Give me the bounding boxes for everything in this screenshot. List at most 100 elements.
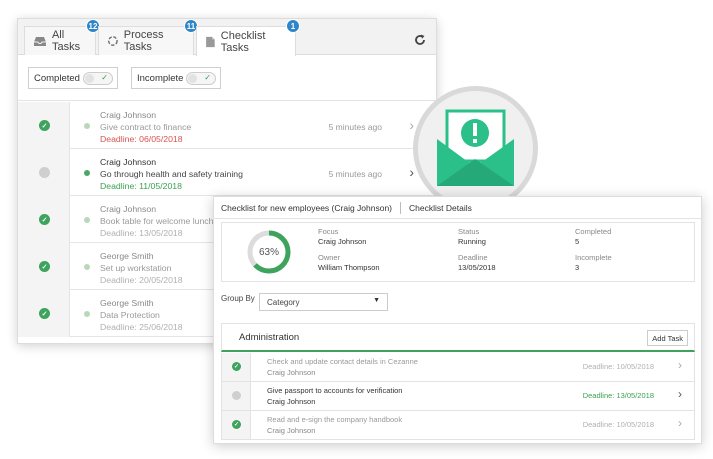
task-text: Read and e-sign the company handbook Cra… [267,414,402,436]
task-person: Craig Johnson [100,157,157,167]
task-deadline: Deadline: 25/06/2018 [100,322,183,332]
field-label: Incomplete [575,253,612,262]
field-value: 5 [575,237,580,246]
task-deadline: Deadline: 13/05/2018 [100,228,183,238]
field-value: William Thompson [318,263,380,272]
task-row[interactable]: ✓ Craig Johnson Give contract to finance… [18,102,436,149]
chevron-right-icon[interactable]: › [678,416,682,430]
filter-label: Completed [34,72,80,84]
task-text: Craig Johnson Go through health and safe… [100,156,243,192]
task-time: 5 minutes ago [328,122,382,132]
completed-count-field: Completed 5 [575,227,611,247]
task-person: Craig Johnson [100,110,157,120]
row-status-cell: ✓ [222,411,251,439]
progress-percent: 63% [258,246,279,258]
row-status-cell: ✓ [222,353,251,381]
focus-field: Focus Craig Johnson [318,227,366,247]
checklist-task-row[interactable]: ✓ Check and update contact details in Ce… [221,353,695,382]
document-icon [206,36,215,47]
status-field: Status Running [458,227,486,247]
tab-label: Checklist Tasks [220,29,266,54]
group-by-label: Group By [221,294,255,303]
inbox-icon [33,36,46,46]
owner-field: Owner William Thompson [318,253,380,273]
check-icon: ✓ [204,73,211,82]
row-status-cell [222,382,251,410]
check-icon: ✓ [101,73,108,82]
task-row[interactable]: Craig Johnson Go through health and safe… [18,149,436,196]
group-by-select[interactable]: Category ▼ [259,293,388,311]
incomplete-check-icon[interactable] [39,167,50,178]
field-value: Running [458,237,486,246]
chevron-right-icon[interactable]: › [678,358,682,372]
field-label: Completed [575,227,612,236]
chevron-right-icon[interactable]: › [409,164,414,180]
field-value: Craig Johnson [318,237,367,246]
checklist-header: Checklist for new employees (Craig Johns… [214,197,701,219]
task-text: Give passport to accounts for verificati… [267,385,402,407]
task-description: Book table for welcome lunch [100,216,214,226]
field-value: 13/05/2018 [458,263,496,272]
task-title: Check and update contact details in Ceza… [267,357,418,366]
task-time: 5 minutes ago [328,169,382,179]
toggle-knob [188,74,197,83]
checklist-details-link[interactable]: Checklist Details [409,203,472,213]
task-text: George Smith Set up workstation Deadline… [100,250,183,286]
notification-badge [413,86,538,211]
tab-label: Process Tasks [123,29,164,53]
task-title: Read and e-sign the company handbook [267,415,403,424]
row-status-cell: ✓ [18,102,70,149]
task-deadline: Deadline: 10/05/2018 [582,420,654,429]
tab-checklist-tasks[interactable]: Checklist Tasks 1 [196,19,300,56]
task-description: Give contract to finance [100,122,192,132]
tab-all-tasks[interactable]: All Tasks 12 [24,19,100,55]
task-text: Check and update contact details in Ceza… [267,356,418,378]
toggle-knob [85,74,94,83]
task-text: George Smith Data Protection Deadline: 2… [100,297,183,333]
caret-down-icon: ▼ [373,297,380,304]
completed-check-icon[interactable]: ✓ [39,120,50,131]
completed-check-icon[interactable]: ✓ [39,308,50,319]
chevron-right-icon[interactable]: › [409,117,414,133]
tab-process-tasks[interactable]: Process Tasks 11 [98,19,198,55]
row-status-cell: ✓ [18,290,70,337]
status-dot [84,311,90,317]
tab-badge: 1 [286,19,300,33]
checklist-task-row[interactable]: Give passport to accounts for verificati… [221,382,695,411]
completed-check-icon[interactable]: ✓ [39,261,50,272]
add-task-button[interactable]: Add Task [647,330,688,346]
checklist-task-row[interactable]: ✓ Read and e-sign the company handbook C… [221,411,695,440]
status-dot [84,123,90,129]
section-title: Administration [239,331,300,343]
deadline-field: Deadline 13/05/2018 [458,253,496,273]
task-description: Set up workstation [100,263,172,273]
task-person: George Smith [100,251,154,261]
filter-bar: Completed ✓ Incomplete ✓ [18,55,436,101]
task-description: Data Protection [100,310,160,320]
completed-check-icon[interactable]: ✓ [232,362,241,371]
row-status-cell: ✓ [18,196,70,243]
checklist-panel: Checklist for new employees (Craig Johns… [213,196,702,444]
row-status-cell [18,149,70,196]
incomplete-toggle[interactable]: ✓ [186,72,216,85]
chevron-right-icon[interactable]: › [678,387,682,401]
checklist-summary: 63% Focus Craig Johnson Owner William Th… [221,222,695,282]
task-deadline: Deadline: 20/05/2018 [100,275,183,285]
completed-filter[interactable]: Completed ✓ [28,67,118,89]
completed-toggle[interactable]: ✓ [83,72,113,85]
task-description: Go through health and safety training [100,169,243,179]
completed-check-icon[interactable]: ✓ [39,214,50,225]
task-title: Give passport to accounts for verificati… [267,386,403,395]
task-deadline: Deadline: 06/05/2018 [100,134,183,144]
task-assignee: Craig Johnson [267,426,316,435]
status-dot [84,264,90,270]
incomplete-check-icon[interactable] [232,391,241,400]
task-person: George Smith [100,298,154,308]
field-label: Focus [318,227,339,236]
section-header: Administration Add Task [221,323,695,352]
completed-check-icon[interactable]: ✓ [232,420,241,429]
refresh-icon[interactable] [414,34,426,46]
task-assignee: Craig Johnson [267,397,316,406]
incomplete-filter[interactable]: Incomplete ✓ [131,67,221,89]
task-assignee: Craig Johnson [267,368,316,377]
